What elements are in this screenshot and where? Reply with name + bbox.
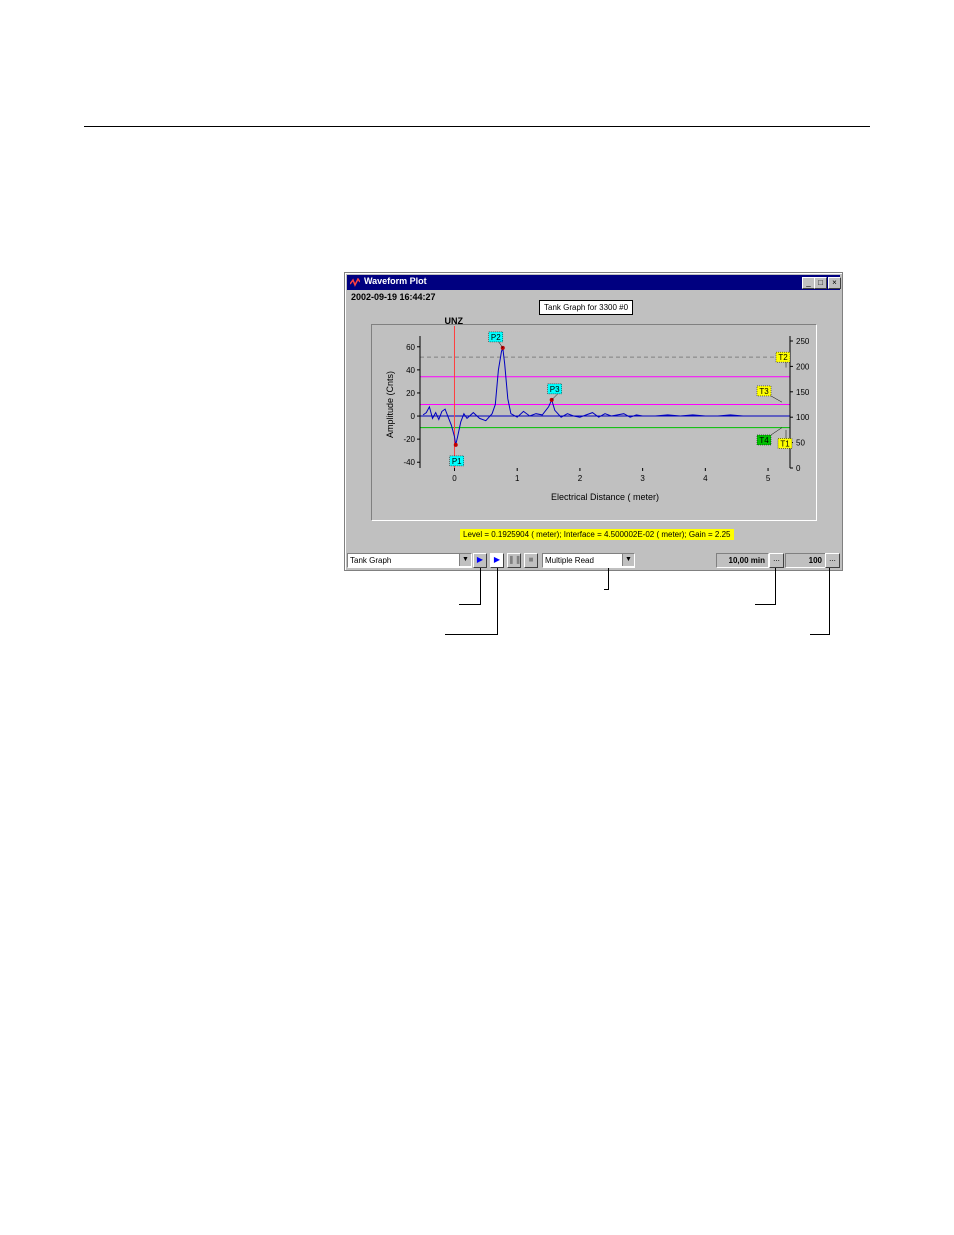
callout-line-count-h	[810, 634, 830, 635]
y2-tick-label: 250	[796, 337, 810, 346]
callout-line-run-h	[459, 604, 481, 605]
view-select[interactable]: Tank Graph ▼	[347, 553, 472, 568]
y-tick-label: 20	[406, 389, 415, 398]
x-tick-label: 2	[578, 474, 583, 483]
callout-line-single-h	[445, 634, 498, 635]
maximize-button[interactable]: □	[814, 277, 827, 289]
x-tick-label: 4	[703, 474, 708, 483]
unz-label: UNZ	[444, 316, 463, 326]
peak-label-p1: P1	[452, 457, 462, 466]
pause-button[interactable]: ❚❚	[507, 553, 521, 568]
y-axis-label: Amplitude (Cnts)	[385, 371, 395, 438]
y-tick-label: 60	[406, 343, 415, 352]
peak-marker-p1	[453, 442, 458, 447]
chevron-down-icon[interactable]: ▼	[459, 554, 471, 566]
peak-leader-p2	[498, 341, 503, 349]
peak-label-p2: P2	[491, 333, 501, 342]
read-mode-value: Multiple Read	[545, 556, 594, 565]
y2-tick-label: 200	[796, 362, 810, 371]
tank-label-t2: T2	[778, 353, 788, 362]
stop-icon: ■	[528, 555, 534, 564]
y-tick-label: 0	[411, 412, 416, 421]
status-line: Level = 0.1925904 ( meter); Interface = …	[460, 529, 734, 540]
y2-tick-label: 50	[796, 439, 805, 448]
page-rule	[84, 126, 870, 127]
callout-line-mode	[608, 568, 609, 590]
waveform-chart: UNZ -40 -20 0 20 40 60 0 50 100 150 200 250 0 1 2 3 4 5 Ele…	[385, 316, 810, 502]
callout-line-count	[829, 568, 830, 635]
x-tick-label: 0	[452, 474, 457, 483]
single-read-button[interactable]: ▶	[490, 553, 504, 568]
x-axis-label: Electrical Distance ( meter)	[551, 492, 659, 502]
callout-line-single	[497, 568, 498, 635]
tank-leader-t4	[770, 427, 783, 436]
interval-field: 10,00 min	[716, 553, 769, 568]
chevron-down-icon[interactable]: ▼	[622, 554, 634, 566]
y2-tick-label: 150	[796, 388, 810, 397]
count-settings-button[interactable]: ...	[825, 553, 840, 568]
pause-icon: ❚❚	[508, 555, 522, 564]
callout-line-interval-h	[755, 604, 776, 605]
callout-line-run	[480, 568, 481, 605]
callout-line-interval	[775, 568, 776, 605]
tank-leader-t3	[770, 395, 783, 403]
y2-tick-label: 0	[796, 464, 801, 473]
interval-settings-button[interactable]: ...	[769, 553, 784, 568]
y-tick-label: -40	[403, 458, 415, 467]
peak-marker-p2	[500, 345, 505, 350]
y-tick-label: -20	[403, 435, 415, 444]
x-tick-label: 5	[766, 474, 771, 483]
peak-label-p3: P3	[550, 385, 560, 394]
tank-label-t1: T1	[780, 439, 790, 448]
tank-label-t3: T3	[759, 387, 769, 396]
close-button[interactable]: ×	[828, 277, 841, 289]
read-mode-select[interactable]: Multiple Read ▼	[542, 553, 635, 568]
count-field: 100	[785, 553, 826, 568]
y-tick-label: 40	[406, 366, 415, 375]
tank-label-t4: T4	[759, 436, 769, 445]
play-icon: ▶	[476, 555, 484, 564]
y2-tick-label: 100	[796, 413, 810, 422]
stop-button[interactable]: ■	[524, 553, 538, 568]
view-select-value: Tank Graph	[350, 556, 392, 565]
run-button[interactable]: ▶	[473, 553, 487, 568]
x-tick-label: 3	[640, 474, 645, 483]
callout-line-mode-h	[604, 589, 609, 590]
x-tick-label: 1	[515, 474, 520, 483]
play-step-icon: ▶	[493, 555, 501, 564]
waveform-line	[422, 347, 787, 446]
peak-leader-p3	[551, 393, 558, 401]
